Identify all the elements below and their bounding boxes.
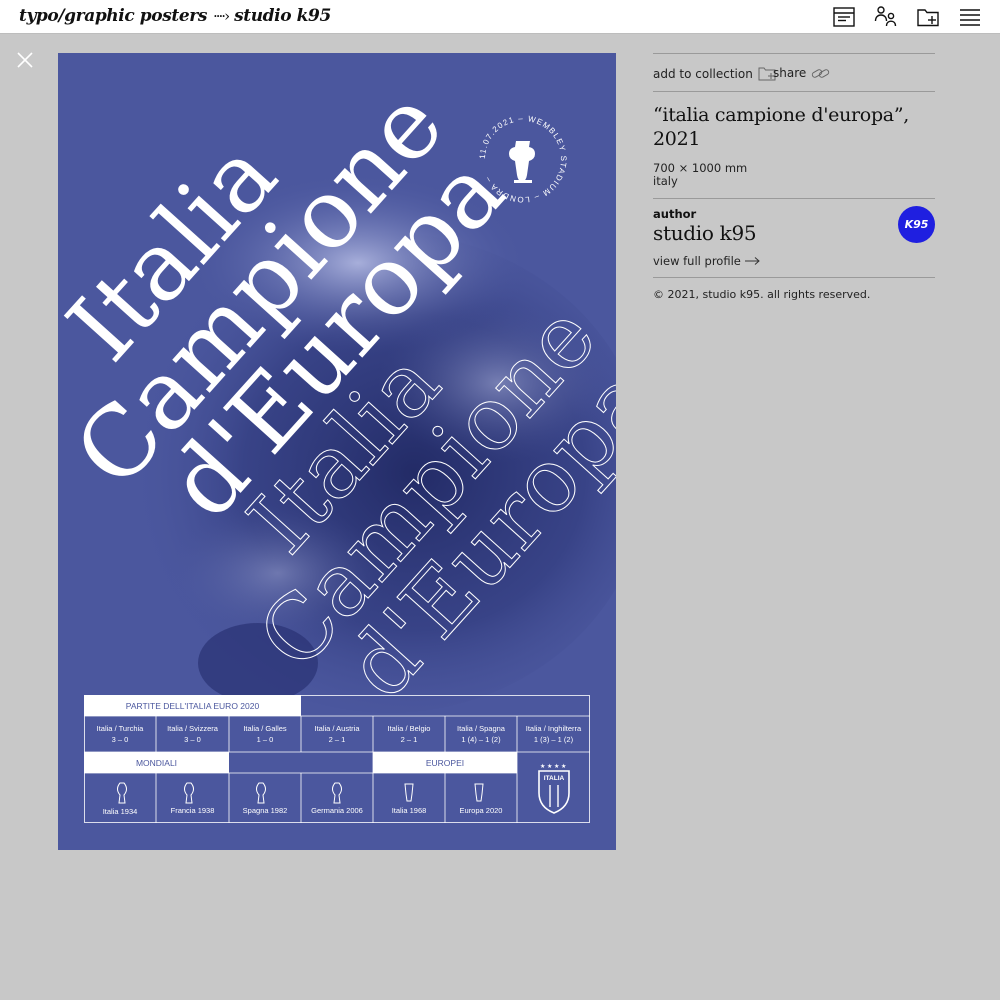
menu-icon[interactable]	[958, 5, 982, 29]
breadcrumb-arrow-icon: ····›	[213, 7, 230, 25]
add-to-collection-button[interactable]: add to collection	[653, 66, 776, 81]
europei-label: Europa 2020	[459, 806, 503, 815]
copyright-text: © 2021, studio k95. all rights reserved.	[653, 288, 871, 301]
match-cell: Italia / Spagna 1 (4) – 1 (2)	[457, 724, 505, 744]
match-cell: Italia / Belgio 2 – 1	[387, 724, 431, 744]
card-view-icon[interactable]	[832, 5, 856, 29]
world-cup-icon	[256, 782, 266, 804]
matches-header: PARTITE DELL'ITALIA EURO 2020	[84, 695, 301, 716]
europei-header: EUROPEI	[373, 752, 517, 773]
divider	[653, 277, 935, 278]
divider	[653, 198, 935, 199]
mondiali-label: Francia 1938	[170, 806, 215, 815]
top-icons	[832, 5, 982, 29]
share-label: share	[773, 66, 807, 80]
author-label: author	[653, 207, 697, 221]
svg-text:★: ★	[540, 763, 545, 770]
view-profile-label: view full profile	[653, 254, 741, 268]
mondiali-label: Spagna 1982	[242, 806, 288, 815]
poster-country: italy	[653, 174, 678, 188]
top-bar: typo/graphic posters ····› studio k95	[0, 0, 1000, 34]
arrow-right-icon	[744, 257, 760, 265]
share-button[interactable]: share	[773, 66, 830, 80]
breadcrumb: typo/graphic posters ····› studio k95	[19, 6, 331, 26]
divider	[653, 91, 935, 92]
match-cell: Italia / Austria 2 – 1	[314, 724, 360, 744]
mondiali-header: MONDIALI	[84, 752, 229, 773]
close-icon[interactable]	[16, 51, 34, 69]
match-cell: Italia / Svizzera 3 – 0	[167, 724, 218, 744]
match-cell: Italia / Galles 1 – 0	[243, 724, 287, 744]
mondiali-label: Italia 1934	[102, 807, 138, 816]
folder-add-icon[interactable]	[916, 5, 940, 29]
poster-title: “italia campione d'europa”, 2021	[653, 104, 909, 150]
mondiali-label: Germania 2006	[311, 806, 363, 815]
match-cell: Italia / Inghilterra 1 (3) – 1 (2)	[525, 724, 582, 744]
trophy-icons	[117, 782, 484, 804]
breadcrumb-current[interactable]: studio k95	[234, 6, 331, 26]
add-to-collection-label: add to collection	[653, 66, 753, 81]
divider	[653, 53, 935, 54]
match-cell: Italia / Turchia 3 – 0	[96, 724, 144, 744]
poster-dimensions: 700 × 1000 mm	[653, 161, 748, 175]
wembley-seal: 11.07.2021 – WEMBLEY STADIUM – LONDRA –	[478, 114, 567, 204]
svg-text:★: ★	[554, 763, 559, 770]
svg-text:★: ★	[547, 763, 552, 770]
world-cup-icon	[332, 782, 342, 804]
author-avatar[interactable]: K95	[898, 206, 935, 243]
euro-trophy-icon	[404, 783, 414, 802]
crest-text: ITALIA	[544, 775, 565, 782]
poster-image: Italia Campione d'Europa Italia Campione…	[58, 53, 616, 850]
world-cup-icon	[184, 782, 194, 804]
italia-crest-icon: ★ ★ ★ ★ ITALIA	[538, 763, 570, 814]
euro-trophy-icon	[474, 783, 484, 802]
europei-label: Italia 1968	[391, 806, 427, 815]
svg-text:★: ★	[561, 763, 566, 770]
people-icon[interactable]	[874, 5, 898, 29]
author-name[interactable]: studio k95	[653, 221, 757, 245]
world-cup-icon	[117, 782, 127, 804]
breadcrumb-root[interactable]: typo/graphic posters	[19, 6, 207, 26]
view-full-profile-link[interactable]: view full profile	[653, 254, 760, 268]
stats-table: ★ ★ ★ ★ ITALIA PARTITE DELL'ITALIA EURO 202…	[84, 695, 590, 823]
link-icon	[812, 68, 830, 78]
trophy-icon	[509, 141, 535, 183]
